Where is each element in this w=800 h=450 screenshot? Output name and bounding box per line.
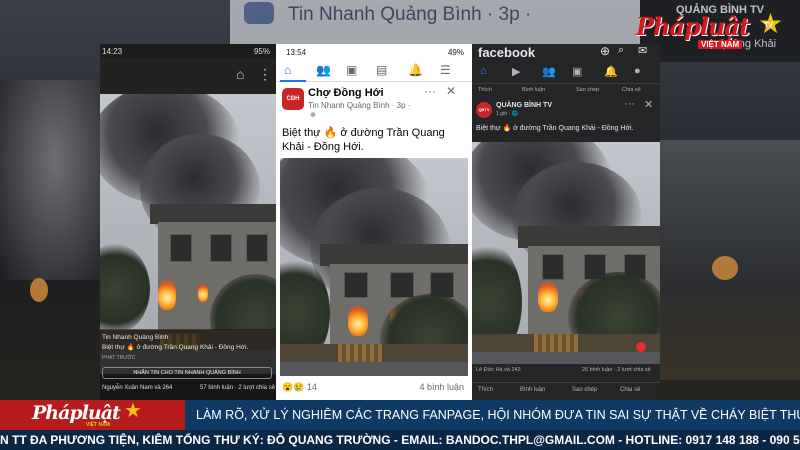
like-button[interactable]: Thích [478, 387, 493, 393]
comment-count[interactable]: 26 bình luận · 2 lượt chia sẻ [582, 367, 651, 373]
group-avatar[interactable]: CĐH [282, 88, 304, 110]
strip-like[interactable]: Thích [478, 87, 492, 93]
phone-screenshot-middle: 13:54 49% ⌂ 👥 ▣ ▤ 🔔 ☰ CĐH Chợ Đồng Hới T… [276, 44, 472, 402]
marketplace-icon[interactable]: ▣ [346, 63, 357, 77]
globe-icon: ⊕ [310, 112, 316, 119]
headline-bar: Phápluật ★ VIỆT NAM LÀM RÕ, XỬ LÝ NGHIÊM… [0, 400, 800, 430]
background-smoke-left [0, 80, 110, 280]
post-header: QBTV QUẢNG BÌNH TV 1 giờ · 🌐 ··· ✕ Biệt … [472, 98, 660, 142]
facebook-tab-bar: ⌂ ▶ 👥 ▣ 🔔 ● [472, 62, 660, 84]
logo-tv: TV [764, 22, 773, 29]
status-bar: 13:54 49% [276, 44, 472, 60]
share-button[interactable]: Chia sẻ [620, 387, 640, 393]
post-header: CĐH Chợ Đồng Hới Tin Nhanh Quảng Bình · … [276, 84, 472, 158]
home-icon[interactable]: ⌂ [480, 65, 487, 77]
status-battery: 95% [253, 47, 270, 56]
menu-icon[interactable]: ☰ [440, 63, 451, 77]
facebook-logo: facebook [478, 45, 536, 60]
background-page-name: Tin Nhanh Quảng Bình · 3p · [288, 4, 532, 25]
logo-wordmark: Phápluật [636, 12, 750, 41]
facebook-top-bar: facebook ⊕ ⌕ ✉ [472, 44, 660, 62]
friends-icon[interactable]: 👥 [316, 63, 331, 77]
phone-screenshot-right: facebook ⊕ ⌕ ✉ ⌂ ▶ 👥 ▣ 🔔 ● Thích Bình lu… [472, 44, 660, 402]
active-tab-indicator [280, 80, 306, 82]
post-actions: Thích Bình luận Sao chép Chia sẻ [472, 382, 660, 398]
headline-text: LÀM RÕ, XỬ LÝ NGHIÊM CÁC TRANG FANPAGE, … [196, 408, 800, 422]
previous-post-actions: Thích Bình luận Sao chép Chia sẻ [472, 84, 660, 98]
post-text: Biệt thự 🔥 ở đường Trần Quang Khải - Đồn… [282, 127, 445, 153]
caption-source: Tin Nhanh Quảng Bình [102, 334, 169, 341]
video-frame: Tin Nhanh Quảng Bình · 3p · QUẢNG BÌNH T… [0, 0, 800, 450]
search-icon[interactable]: ⌕ [618, 44, 624, 57]
facebook-tab-bar: ⌂ 👥 ▣ ▤ 🔔 ☰ [276, 60, 472, 82]
more-options-icon[interactable]: ··· [624, 98, 635, 110]
background-avatar [244, 2, 274, 24]
friends-icon[interactable]: 👥 [542, 65, 556, 78]
ticker-logo-subtitle: VIỆT NAM [86, 422, 110, 428]
post-footer: Lê Đức Hà và 243 26 bình luận · 2 lượt c… [472, 364, 660, 402]
ticker-logo-wordmark: Phápluật [32, 402, 121, 424]
bell-icon[interactable]: 🔔 [604, 65, 618, 78]
status-time: 13:54 [286, 48, 307, 57]
message-page-button[interactable]: NHẮN TIN CHO TIN NHANH QUẢNG BÌNH [102, 367, 272, 379]
caption-label: PHÁT TRƯỚC [102, 355, 136, 361]
page-name[interactable]: QUẢNG BÌNH TV [496, 102, 552, 109]
profile-icon[interactable]: ● [634, 65, 641, 77]
reaction-number: 14 [306, 382, 317, 392]
caption-text: Biệt thự 🔥 ở đường Trần Quang Khải - Đồn… [102, 344, 249, 351]
page-name[interactable]: Tin Nhanh Quảng Bình · 3p · [308, 101, 410, 110]
video-caption: Tin Nhanh Quảng Bình Biệt thự 🔥 ở đường … [100, 329, 276, 402]
strip-comment[interactable]: Bình luận [522, 87, 545, 93]
background-fire-left [30, 278, 48, 302]
status-time: 14:23 [102, 47, 123, 56]
home-icon[interactable]: ⌂ [284, 63, 291, 77]
comment-button[interactable]: Bình luận [520, 387, 545, 393]
star-icon: ★ [124, 400, 142, 422]
close-icon[interactable]: ✕ [446, 84, 456, 98]
logo-subtitle: VIỆT NAM [698, 40, 743, 49]
group-name[interactable]: Chợ Đồng Hới [308, 87, 384, 99]
page-avatar[interactable]: QBTV [476, 102, 492, 118]
comment-count[interactable]: 4 bình luận [419, 382, 464, 392]
post-text: Biệt thự 🔥 ở đường Trần Quang Khải - Đồn… [476, 125, 634, 132]
background-fire-right [712, 256, 738, 280]
copy-button[interactable]: Sao chép [572, 387, 597, 393]
strip-copy[interactable]: Sao chép [576, 87, 599, 93]
post-time: 1 giờ · 🌐 [496, 111, 519, 117]
status-bar: 14:23 95% [100, 44, 276, 58]
record-indicator [636, 342, 646, 352]
close-icon[interactable]: ✕ [644, 98, 653, 111]
reaction-count[interactable]: Lê Đức Hà và 243 [476, 367, 521, 373]
video-icon[interactable]: ▶ [512, 65, 520, 78]
reaction-count[interactable]: 😮😢 14 [282, 382, 317, 393]
fire-photo[interactable] [472, 142, 660, 380]
credits-ticker: N TT ĐA PHƯƠNG TIỆN, KIÊM TỔNG THƯ KÝ: Đ… [0, 430, 800, 450]
reaction-count[interactable]: Nguyễn Xuân Nam và 264 [102, 385, 172, 391]
fire-photo[interactable] [280, 158, 468, 388]
more-options-icon[interactable]: ··· [424, 84, 436, 98]
status-battery: 49% [447, 48, 464, 57]
marketplace-icon[interactable]: ▣ [572, 65, 582, 78]
tag-icon[interactable]: ⌂ [236, 66, 244, 82]
plus-icon[interactable]: ⊕ [600, 44, 610, 58]
comment-count[interactable]: 57 bình luận · 2 lượt chia sẻ [200, 385, 275, 391]
video-top-bar: ⌂ ⋮ [100, 58, 276, 94]
ticker-logo: Phápluật ★ VIỆT NAM [0, 400, 185, 430]
strip-share[interactable]: Chia sẻ [622, 87, 641, 93]
credits-text: N TT ĐA PHƯƠNG TIỆN, KIÊM TỔNG THƯ KÝ: Đ… [0, 433, 800, 447]
news-icon[interactable]: ▤ [376, 63, 387, 77]
bell-icon[interactable]: 🔔 [408, 63, 423, 77]
post-footer: 😮😢 14 4 bình luận [276, 376, 472, 402]
phone-screenshot-left: 14:23 95% ⌂ ⋮ Tin Nhanh Quảng Bình Biệt … [100, 44, 276, 402]
more-options-icon[interactable]: ⋮ [258, 66, 272, 83]
background-post-header: Tin Nhanh Quảng Bình · 3p · [230, 0, 650, 44]
messenger-icon[interactable]: ✉ [638, 44, 647, 57]
